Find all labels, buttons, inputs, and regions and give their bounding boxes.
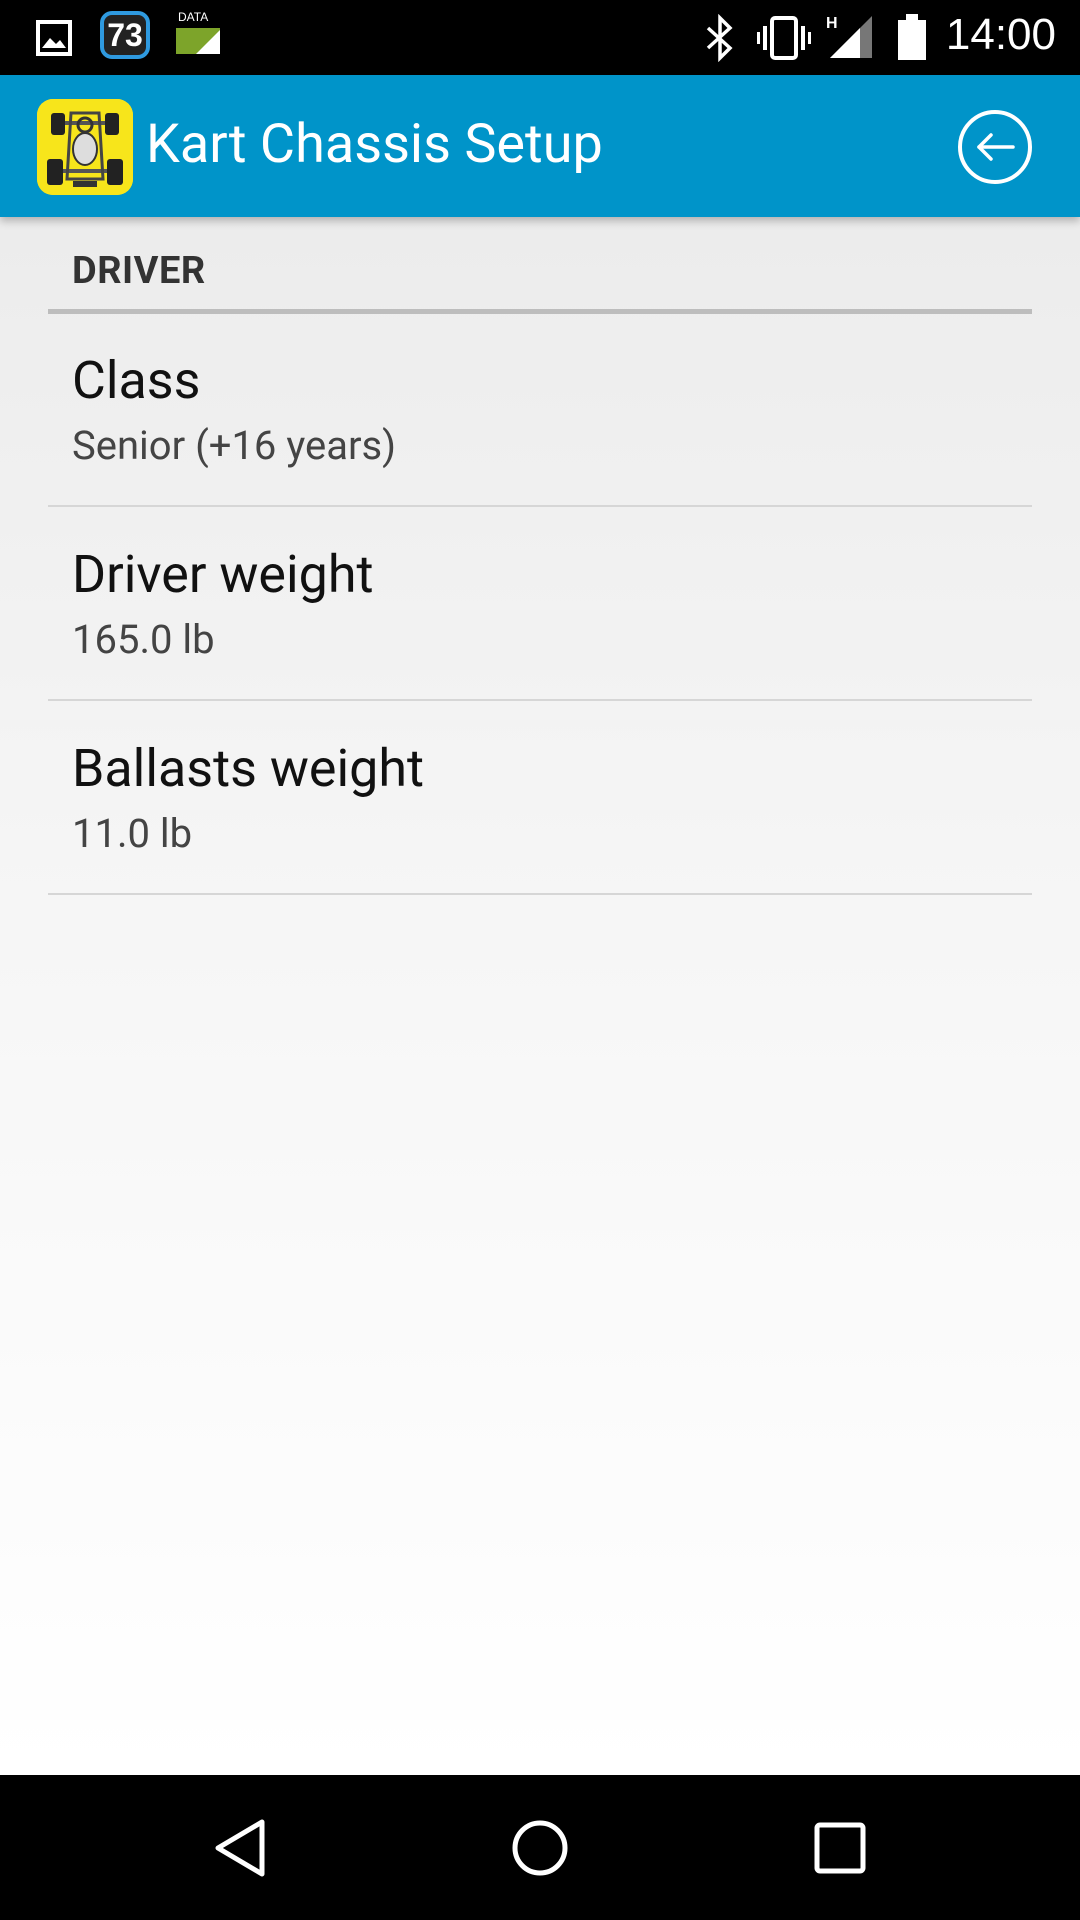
pref-item-ballasts-weight[interactable]: Ballasts weight 11.0 lb bbox=[48, 702, 1032, 895]
pref-title: Ballasts weight bbox=[72, 738, 424, 799]
notification-73-icon: 73 bbox=[100, 11, 150, 59]
navigation-bar bbox=[0, 1775, 1080, 1920]
data-icon bbox=[176, 28, 220, 54]
signal-icon: H bbox=[826, 12, 876, 62]
pref-title: Class bbox=[72, 350, 201, 411]
pref-summary: Senior (+16 years) bbox=[72, 422, 397, 469]
app-bar: Kart Chassis Setup bbox=[0, 75, 1080, 217]
app-title: Kart Chassis Setup bbox=[146, 113, 603, 176]
pref-summary: 165.0 lb bbox=[72, 616, 215, 663]
section-header-driver: DRIVER bbox=[72, 249, 206, 293]
network-type-label: H bbox=[826, 15, 838, 32]
list-divider bbox=[48, 699, 1032, 701]
kart-logo-icon bbox=[37, 99, 133, 195]
list-divider bbox=[48, 893, 1032, 895]
back-arrow-circle-icon[interactable] bbox=[958, 110, 1032, 184]
notification-badge-text: 73 bbox=[107, 16, 143, 53]
home-circle-icon[interactable] bbox=[440, 1775, 640, 1920]
list-divider bbox=[48, 505, 1032, 507]
data-label: DATA bbox=[178, 10, 209, 24]
bluetooth-icon bbox=[702, 14, 738, 62]
settings-content: DRIVER Class Senior (+16 years) Driver w… bbox=[0, 217, 1080, 1775]
status-bar: 73 DATA H 14:00 bbox=[0, 0, 1080, 75]
back-triangle-icon[interactable] bbox=[140, 1775, 340, 1920]
pref-title: Driver weight bbox=[72, 544, 374, 605]
pref-item-driver-weight[interactable]: Driver weight 165.0 lb bbox=[48, 508, 1032, 701]
image-icon bbox=[36, 20, 72, 56]
recents-square-icon[interactable] bbox=[740, 1775, 940, 1920]
status-time: 14:00 bbox=[945, 10, 1056, 59]
pref-summary: 11.0 lb bbox=[72, 810, 193, 857]
battery-icon bbox=[896, 12, 928, 62]
pref-item-class[interactable]: Class Senior (+16 years) bbox=[48, 314, 1032, 507]
vibrate-icon bbox=[756, 14, 812, 62]
